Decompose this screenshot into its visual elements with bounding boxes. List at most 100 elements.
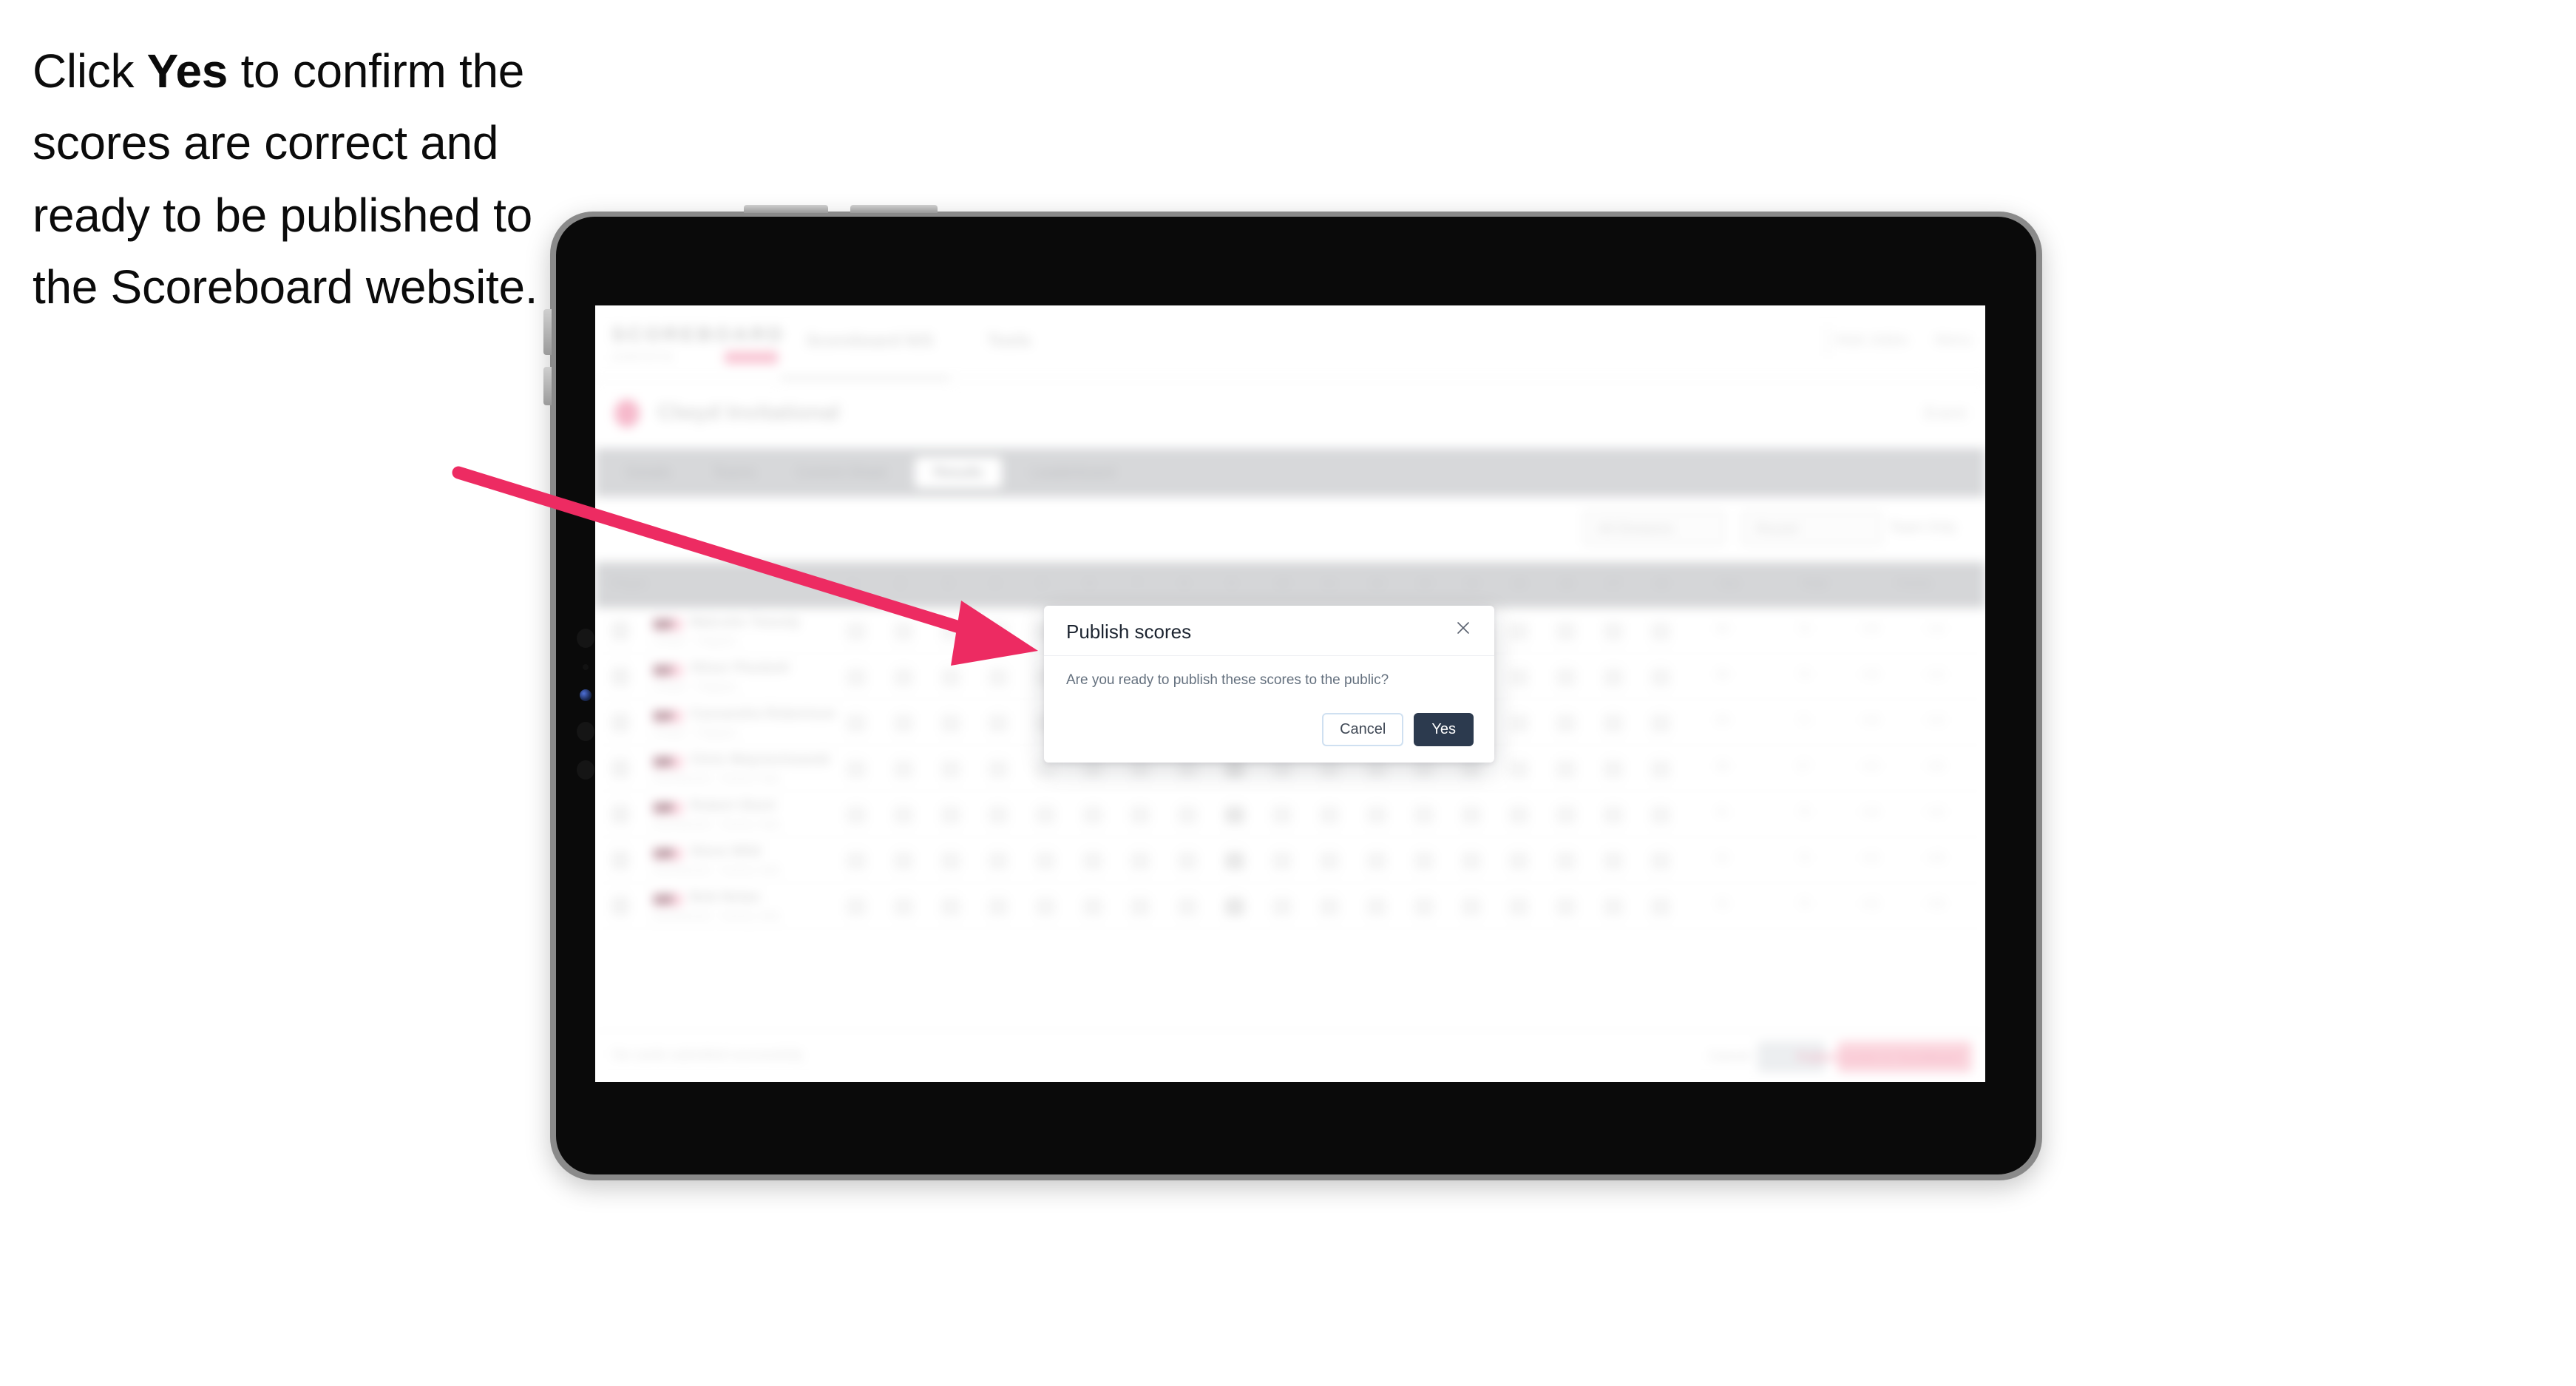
instruction-before: Click [33, 44, 147, 98]
row-player-team: Northwood - Sunny Vale [653, 910, 781, 922]
tab-teams[interactable]: Teams [700, 457, 768, 488]
row-player-name: Malcolm Tweedy [690, 615, 801, 630]
row-player-team: Clwyd - Cilgwyn [653, 726, 737, 739]
row-score-a: +02 [1860, 898, 1880, 910]
row-score-a: +04 [1860, 714, 1880, 727]
column-header-15: 15 [1512, 576, 1526, 590]
row-checkbox[interactable] [611, 851, 629, 870]
submission-status-text: No cards submitted successfully [613, 1047, 804, 1062]
device-camera-icon [580, 689, 592, 701]
device-sensor-icon [577, 629, 594, 648]
row-points: 71 [1797, 714, 1811, 727]
row-score-b: +08 [1925, 898, 1945, 910]
row-total: 91 [1716, 806, 1729, 819]
row-checkbox[interactable] [611, 805, 629, 824]
instruction-text: Click Yes to confirm the scores are corr… [33, 36, 580, 323]
device-top-button-2[interactable] [850, 205, 938, 213]
device-top-button-1[interactable] [744, 205, 828, 213]
close-icon[interactable] [1450, 615, 1477, 641]
column-header-18: 18 [1654, 576, 1668, 590]
row-player-name: Cassandra Robertson [690, 706, 836, 722]
results-table-header: Player 1 2 3 4 5 6 7 8 9 10 11 12 13 14 … [595, 562, 1985, 608]
column-header-5: 5 [1039, 576, 1046, 590]
row-badge: 116 [653, 756, 682, 768]
column-header-14: 14 [1465, 576, 1479, 590]
row-checkbox[interactable] [611, 621, 629, 640]
row-points: 70 [1797, 806, 1811, 819]
row-total: 92 [1716, 898, 1729, 910]
column-header-10: 10 [1275, 576, 1289, 590]
tab-details[interactable]: Details [611, 457, 685, 488]
column-header-9: 9 [1228, 576, 1236, 590]
row-checkbox[interactable] [611, 713, 629, 732]
column-header-16: 16 [1559, 576, 1573, 590]
app-screen: SCOREBOARD powered by Scoreboard N/S Too… [595, 305, 1985, 1082]
device-volume-up-button[interactable] [543, 309, 552, 355]
table-row[interactable]: 122 Bob Nolan Northwood - Sunny Vale 92 [595, 883, 1985, 929]
row-score-b: +08 [1925, 852, 1945, 865]
dialog-title: Publish scores [1066, 621, 1192, 643]
device-volume-down-button[interactable] [543, 367, 552, 405]
table-row[interactable]: 120 Steve Wild Northwood - Sunny Vale 92 [595, 837, 1985, 883]
row-player-team: Clwyd - Cilgwyn [653, 680, 737, 693]
tab-leaderboard[interactable]: Leaderboard [1012, 457, 1133, 488]
row-player-name: Chris Wojciechowski [690, 752, 830, 768]
filter-row: All Divisions Round Team Only [595, 497, 1985, 562]
row-checkbox[interactable] [611, 896, 629, 916]
row-score-a: +04 [1860, 806, 1880, 819]
nav-item-scoreboard[interactable]: Scoreboard N/S [806, 331, 934, 351]
row-total: 88 [1716, 669, 1729, 681]
row-badge: 110 [653, 618, 682, 631]
column-header-2: 2 [897, 576, 904, 590]
app-logo-subtitle: powered by [613, 350, 674, 362]
cancel-button[interactable]: Cancel [1322, 713, 1404, 746]
row-points: 70 [1797, 669, 1811, 681]
row-player-team: Northwood - Sunny Vale [653, 772, 781, 785]
column-header-17: 17 [1607, 576, 1621, 590]
column-header-out: Out [1719, 576, 1740, 590]
app-logo[interactable]: SCOREBOARD [611, 323, 785, 346]
instruction-emphasis: Yes [146, 44, 228, 98]
header-user-name[interactable]: Matt Jobbs [1836, 332, 1908, 349]
filter-team-only-toggle[interactable]: Team Only [1889, 510, 1970, 546]
row-score-b: +10 [1925, 714, 1945, 727]
row-checkbox[interactable] [611, 667, 629, 686]
header-menu-button[interactable]: Menu [1935, 332, 1972, 349]
row-badge: 122 [653, 893, 682, 906]
row-badge: 114 [653, 710, 682, 723]
row-total: 92 [1716, 852, 1729, 865]
row-checkbox[interactable] [611, 759, 629, 778]
row-score-b: +10 [1925, 623, 1945, 635]
row-score-b: +10 [1925, 806, 1945, 819]
event-icon [614, 399, 640, 427]
app-header: SCOREBOARD powered by Scoreboard N/S Too… [595, 305, 1985, 383]
tab-results[interactable]: Results [915, 457, 1002, 488]
publish-scores-button-label: Publish scores to Scoreboard [1797, 1050, 1962, 1064]
filter-division-select[interactable]: All Divisions [1583, 510, 1725, 546]
row-player-team: Northwood - Sunny Vale [653, 818, 781, 831]
row-total: 88 [1716, 760, 1729, 773]
column-header-8: 8 [1181, 576, 1188, 590]
column-header-11: 11 [1323, 576, 1336, 590]
column-header-1: 1 [850, 576, 857, 590]
column-header-points: Points [1897, 576, 1932, 590]
dialog-message: Are you ready to publish these scores to… [1066, 672, 1389, 688]
row-score-b: +09 [1925, 760, 1945, 773]
row-points: 70 [1797, 623, 1811, 635]
device-microphone-icon [583, 664, 589, 670]
cancel-link[interactable]: Cancel [1709, 1049, 1750, 1064]
filter-round-select[interactable]: Round [1741, 510, 1882, 546]
column-header-7: 7 [1133, 576, 1141, 590]
header-divider [1827, 326, 1828, 356]
nav-item-tools[interactable]: Tools [987, 331, 1031, 351]
row-badge: 120 [653, 848, 682, 860]
screenshot-canvas: Click Yes to confirm the scores are corr… [0, 0, 2576, 1386]
yes-button[interactable]: Yes [1414, 713, 1474, 746]
table-row[interactable]: 118 Robert Short Northwood - Sunny Vale … [595, 791, 1985, 837]
tab-control-sheet[interactable]: Control Sheet [779, 457, 904, 488]
dialog-header: Publish scores [1044, 606, 1494, 656]
row-player-name: Steve Wild [690, 844, 761, 859]
row-score-a: +04 [1860, 669, 1880, 681]
column-header-6: 6 [1086, 576, 1094, 590]
row-score-a: +02 [1860, 852, 1880, 865]
